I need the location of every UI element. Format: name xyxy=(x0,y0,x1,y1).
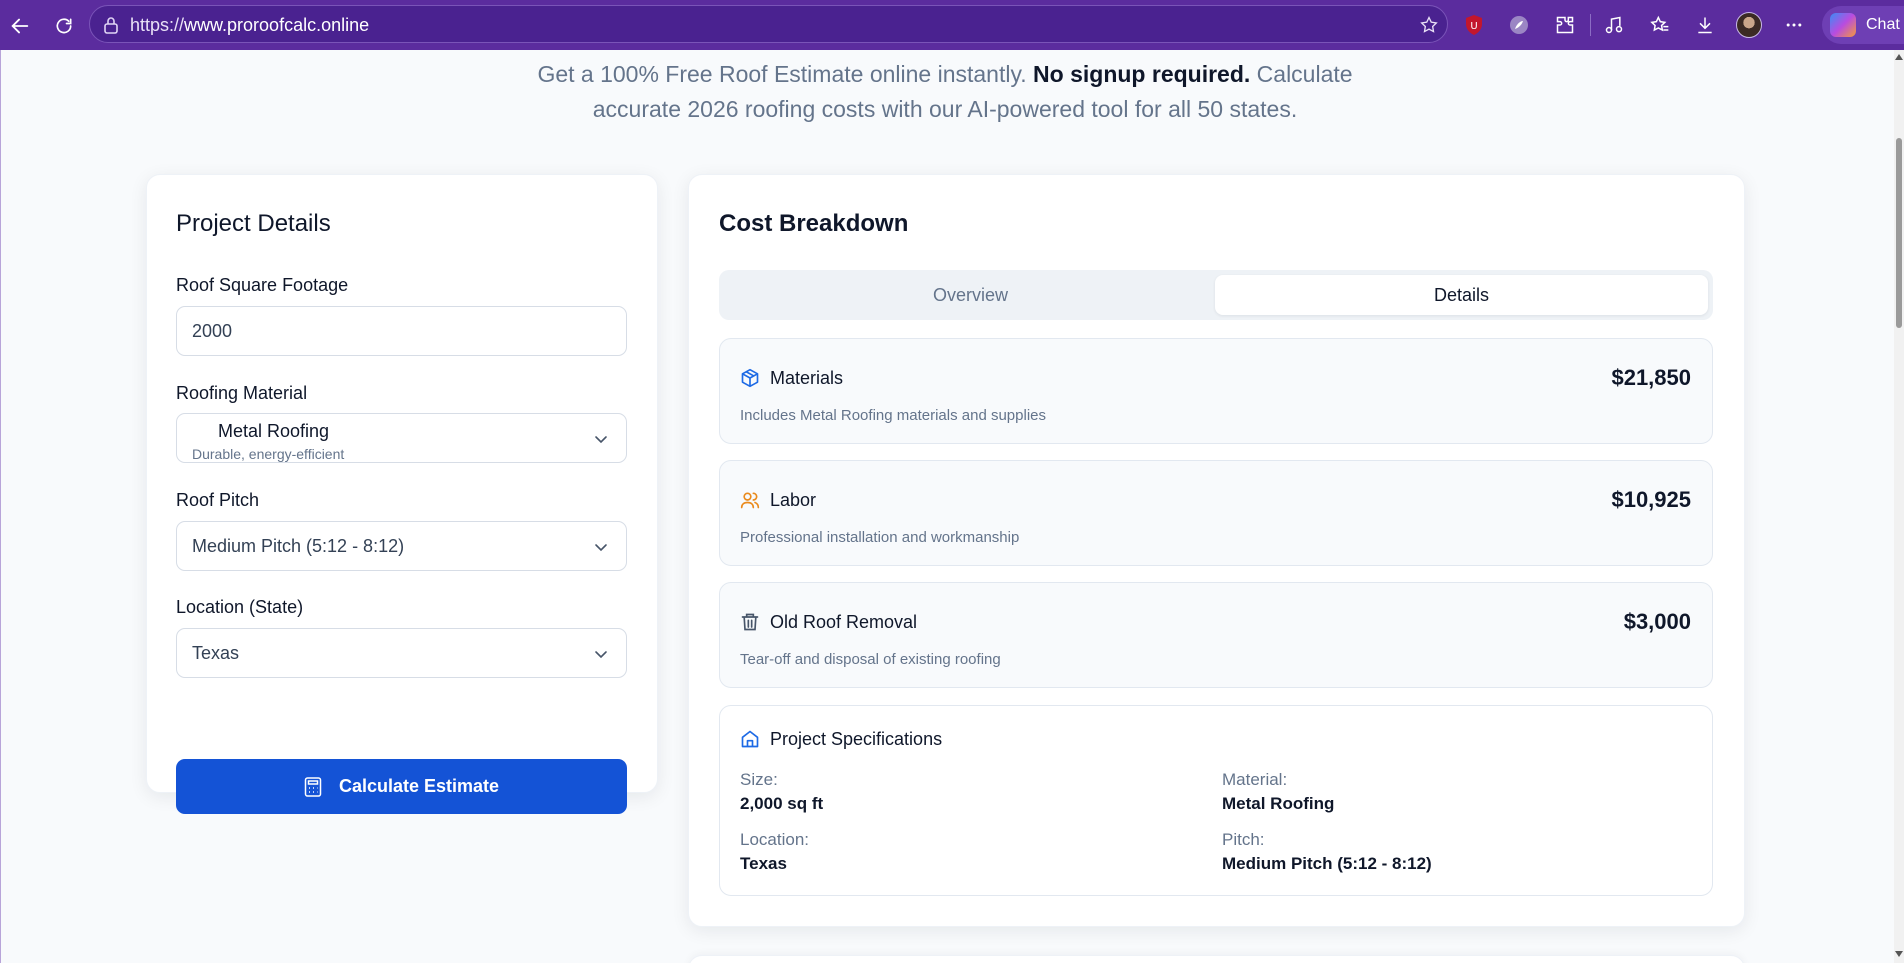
chevron-down-icon xyxy=(595,544,607,552)
address-bar[interactable]: https://www.proroofcalc.online xyxy=(89,5,1448,43)
calculate-estimate-button[interactable]: Calculate Estimate xyxy=(176,759,627,814)
labor-amount: $10,925 xyxy=(1611,487,1691,512)
roof-removal-amount: $3,000 xyxy=(1623,609,1691,634)
spec-size-label: Size: xyxy=(740,770,778,789)
project-specifications: Project Specifications Size: 2,000 sq ft… xyxy=(719,705,1713,896)
extension-button[interactable] xyxy=(1505,11,1533,39)
roof-removal-title: Old Roof Removal xyxy=(770,612,918,632)
project-details-card: Project Details Roof Square Footage 2000… xyxy=(146,174,658,814)
cost-breakdown-card: Cost Breakdown Overview Details Material… xyxy=(688,174,1745,927)
square-footage-label: Roof Square Footage xyxy=(176,275,349,295)
cost-breakdown-title: Cost Breakdown xyxy=(719,210,909,237)
roof-removal-description: Tear-off and disposal of existing roofin… xyxy=(740,651,1001,668)
location-select[interactable]: Texas xyxy=(176,628,627,678)
hero-line-1: Get a 100% Free Roof Estimate online ins… xyxy=(537,61,1353,87)
project-details-title: Project Details xyxy=(176,210,331,237)
media-control-button[interactable] xyxy=(1600,11,1628,39)
page-scrollbar[interactable] xyxy=(1894,50,1904,963)
next-section-card xyxy=(688,955,1745,963)
browser-toolbar: https://www.proroofcalc.online U Chat xyxy=(0,0,1904,50)
location-label: Location (State) xyxy=(176,597,304,617)
refresh-button[interactable] xyxy=(50,12,78,40)
materials-description: Includes Metal Roofing materials and sup… xyxy=(740,407,1046,424)
scroll-up-icon[interactable] xyxy=(1895,54,1903,60)
roof-pitch-select[interactable]: Medium Pitch (5:12 - 8:12) xyxy=(176,521,627,571)
square-footage-value: 2000 xyxy=(192,321,233,341)
ublock-extension-button[interactable]: U xyxy=(1460,11,1488,39)
square-footage-input[interactable]: 2000 xyxy=(176,306,627,356)
spec-location-label: Location: xyxy=(740,830,809,849)
refresh-icon xyxy=(56,18,72,34)
scroll-thumb[interactable] xyxy=(1896,138,1902,328)
roofing-material-subtitle: Durable, energy-efficient xyxy=(192,446,345,462)
url-text: https://www.proroofcalc.online xyxy=(130,15,370,35)
roof-pitch-label: Roof Pitch xyxy=(176,490,260,510)
copilot-chat-button[interactable]: Chat xyxy=(1822,6,1904,44)
cost-breakdown-tabs: Overview Details xyxy=(719,270,1713,320)
extension-logo-icon xyxy=(1510,16,1528,34)
favorites-icon xyxy=(1650,15,1669,32)
svg-text:U: U xyxy=(1470,21,1477,32)
spec-material-label: Material: xyxy=(1222,770,1288,789)
spec-size-value: 2,000 sq ft xyxy=(740,794,824,813)
roofing-material-select[interactable]: Metal Roofing Durable, energy-efficient xyxy=(176,413,627,463)
page-content: Get a 100% Free Roof Estimate online ins… xyxy=(0,50,1894,963)
materials-amount: $21,850 xyxy=(1611,365,1691,390)
roof-pitch-value: Medium Pitch (5:12 - 8:12) xyxy=(192,536,405,556)
more-horizontal-icon xyxy=(1786,23,1802,27)
materials-cost-item: Materials $21,850 Includes Metal Roofing… xyxy=(719,338,1713,444)
favorites-button[interactable] xyxy=(1646,11,1674,39)
roofing-material-label: Roofing Material xyxy=(176,383,308,403)
project-specifications-title: Project Specifications xyxy=(770,729,943,749)
tab-overview[interactable]: Overview xyxy=(724,275,1217,315)
hero-line-2: accurate 2026 roofing costs with our AI-… xyxy=(592,96,1298,122)
spec-pitch-label: Pitch: xyxy=(1222,830,1265,849)
downloads-button[interactable] xyxy=(1691,11,1719,39)
download-icon xyxy=(1698,17,1712,34)
roofing-material-value: Metal Roofing xyxy=(218,421,330,441)
home-icon xyxy=(741,730,759,748)
calculate-estimate-label: Calculate Estimate xyxy=(338,776,500,796)
arrow-left-icon xyxy=(11,18,29,34)
more-options-button[interactable] xyxy=(1780,11,1808,39)
lock-icon xyxy=(104,17,118,34)
music-icon xyxy=(1605,16,1623,34)
back-button[interactable] xyxy=(6,12,34,40)
roof-removal-cost-item: Old Roof Removal $3,000 Tear-off and dis… xyxy=(719,582,1713,688)
chat-label: Chat xyxy=(1866,16,1900,33)
chevron-down-icon xyxy=(595,651,607,659)
puzzle-icon xyxy=(1556,16,1574,34)
shield-icon: U xyxy=(1466,15,1482,35)
favorite-star-icon[interactable] xyxy=(1419,15,1439,35)
spec-location-value: Texas xyxy=(740,854,787,873)
spec-pitch-value: Medium Pitch (5:12 - 8:12) xyxy=(1222,854,1432,873)
profile-button[interactable] xyxy=(1735,11,1763,39)
materials-title: Materials xyxy=(770,368,844,388)
tab-details[interactable]: Details xyxy=(1215,275,1708,315)
package-icon xyxy=(741,368,759,388)
scroll-down-icon[interactable] xyxy=(1895,951,1903,957)
copilot-icon xyxy=(1830,13,1856,37)
avatar xyxy=(1736,12,1762,38)
extensions-button[interactable] xyxy=(1551,11,1579,39)
labor-title: Labor xyxy=(770,490,817,510)
spec-material-value: Metal Roofing xyxy=(1222,794,1335,813)
calculator-icon xyxy=(304,776,322,797)
labor-description: Professional installation and workmanshi… xyxy=(740,529,1020,546)
labor-cost-item: Labor $10,925 Professional installation … xyxy=(719,460,1713,566)
location-value: Texas xyxy=(192,643,240,663)
trash-icon xyxy=(741,613,759,631)
chevron-down-icon xyxy=(595,436,607,444)
users-icon xyxy=(740,492,760,509)
